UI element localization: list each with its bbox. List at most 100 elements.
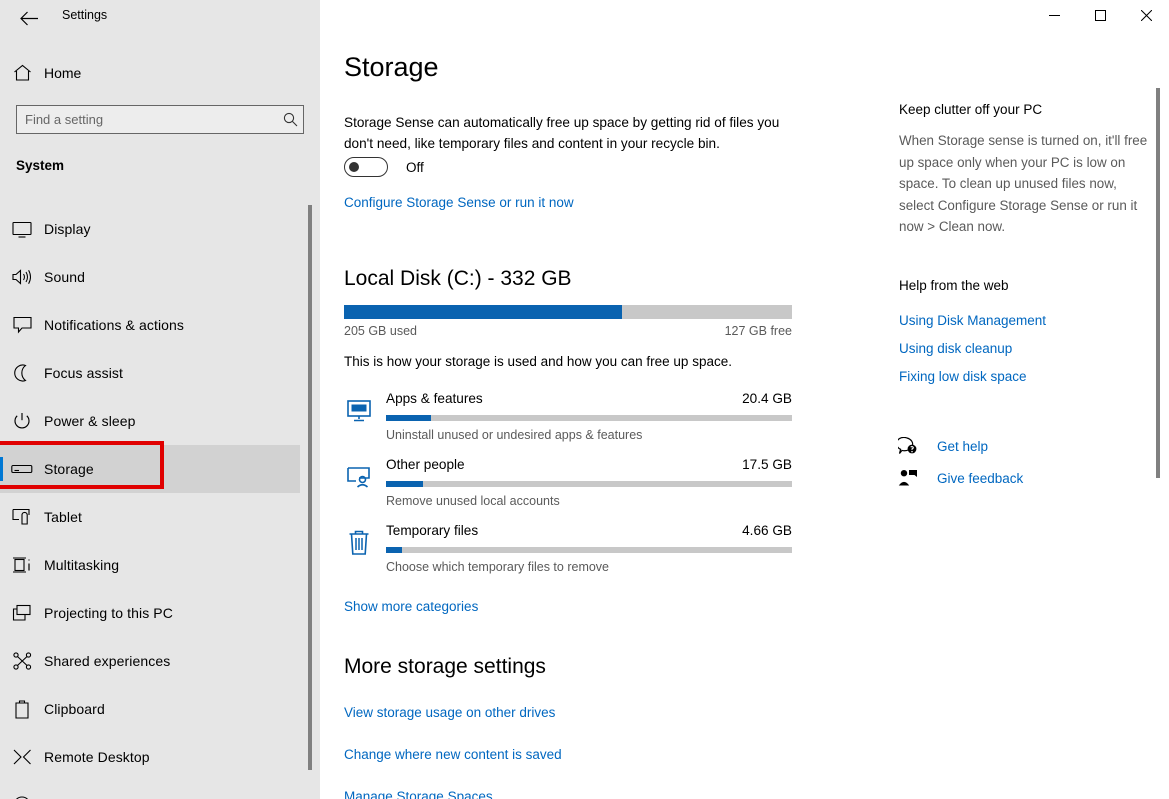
change-content-location-link[interactable]: Change where new content is saved [344, 747, 562, 762]
minimize-button[interactable] [1031, 0, 1077, 31]
give-feedback-action[interactable]: Give feedback [897, 462, 1023, 494]
sidebar-item-home[interactable]: Home [0, 56, 300, 90]
apps-monitor-icon [344, 396, 374, 426]
tablet-icon [0, 508, 44, 526]
sidebar-item-about[interactable]: About [0, 781, 300, 799]
toggle-state-label: Off [406, 160, 424, 175]
back-button[interactable] [8, 3, 50, 34]
search-input[interactable] [17, 112, 277, 127]
storage-sense-toggle[interactable] [344, 157, 388, 177]
give-feedback-label[interactable]: Give feedback [937, 471, 1023, 486]
power-icon [0, 412, 44, 430]
search-icon [277, 112, 303, 127]
speaker-icon [0, 268, 44, 286]
sidebar-item-display[interactable]: Display [0, 205, 300, 253]
storage-category-list: Apps & features 20.4 GB Uninstall unused… [344, 385, 792, 583]
sidebar-item-label: Focus assist [44, 365, 123, 381]
get-help-action[interactable]: Get help [897, 430, 1023, 462]
settings-window: Settings [0, 0, 1169, 799]
sidebar-item-label: Notifications & actions [44, 317, 184, 333]
monitor-icon [0, 221, 44, 238]
content-scrollbar[interactable] [1156, 88, 1160, 478]
right-panel-heading-2: Help from the web [899, 278, 1009, 293]
more-settings-title: More storage settings [344, 655, 546, 679]
web-help-links: Using Disk Management Using disk cleanup… [899, 313, 1046, 397]
sidebar-item-remote-desktop[interactable]: Remote Desktop [0, 733, 300, 781]
trash-icon [344, 528, 374, 558]
clipboard-icon [0, 700, 44, 719]
category-name: Other people [386, 457, 465, 472]
sidebar-scrollbar[interactable] [308, 205, 312, 770]
maximize-button[interactable] [1077, 0, 1123, 31]
drive-icon [0, 463, 44, 475]
disk-free-label: 127 GB free [344, 324, 792, 338]
category-bar-fill [386, 415, 431, 421]
category-bar-fill [386, 547, 402, 553]
sidebar-item-power-sleep[interactable]: Power & sleep [0, 397, 300, 445]
sidebar-item-label: Clipboard [44, 701, 105, 717]
storage-category-row[interactable]: Temporary files 4.66 GB Choose which tem… [344, 517, 792, 583]
storage-sense-description: Storage Sense can automatically free up … [344, 112, 796, 154]
view-storage-other-drives-link[interactable]: View storage usage on other drives [344, 705, 562, 720]
disk-title: Local Disk (C:) - 332 GB [344, 267, 572, 291]
sidebar-item-label: Multitasking [44, 557, 119, 573]
user-monitor-icon [344, 462, 374, 492]
multitasking-icon [0, 556, 44, 574]
window-controls [1031, 0, 1169, 31]
get-help-label[interactable]: Get help [937, 439, 988, 454]
remote-desktop-icon [0, 749, 44, 765]
more-settings-links: View storage usage on other drives Chang… [344, 705, 562, 799]
right-panel: Keep clutter off your PC When Storage se… [889, 0, 1169, 799]
moon-icon [0, 364, 44, 382]
using-disk-cleanup-link[interactable]: Using disk cleanup [899, 341, 1046, 356]
category-bar-fill [386, 481, 423, 487]
sidebar-item-focus-assist[interactable]: Focus assist [0, 349, 300, 397]
sidebar-item-label: Display [44, 221, 91, 237]
using-disk-management-link[interactable]: Using Disk Management [899, 313, 1046, 328]
storage-category-row[interactable]: Apps & features 20.4 GB Uninstall unused… [344, 385, 792, 451]
notification-icon [0, 316, 44, 334]
storage-sense-toggle-row: Off [344, 157, 424, 177]
category-description: Choose which temporary files to remove [386, 560, 609, 574]
sidebar-item-label: Tablet [44, 509, 82, 525]
sidebar-item-multitasking[interactable]: Multitasking [0, 541, 300, 589]
back-arrow-icon [20, 11, 39, 26]
sidebar-item-label: Shared experiences [44, 653, 170, 669]
category-size: 20.4 GB [742, 391, 792, 406]
sidebar-item-clipboard[interactable]: Clipboard [0, 685, 300, 733]
sidebar-item-shared-experiences[interactable]: Shared experiences [0, 637, 300, 685]
disk-usage-bar [344, 305, 792, 319]
category-bar [386, 547, 792, 553]
category-description: Remove unused local accounts [386, 494, 560, 508]
close-icon [1141, 10, 1152, 21]
manage-storage-spaces-link[interactable]: Manage Storage Spaces [344, 789, 562, 799]
storage-category-row[interactable]: Other people 17.5 GB Remove unused local… [344, 451, 792, 517]
sidebar-item-projecting[interactable]: Projecting to this PC [0, 589, 300, 637]
minimize-icon [1049, 10, 1060, 21]
help-bubble-icon [897, 437, 919, 455]
category-name: Temporary files [386, 523, 478, 538]
window-title: Settings [62, 8, 107, 22]
right-panel-heading-1: Keep clutter off your PC [899, 102, 1042, 117]
configure-storage-sense-link[interactable]: Configure Storage Sense or run it now [344, 195, 574, 210]
disk-subtitle: This is how your storage is used and how… [344, 354, 732, 369]
close-button[interactable] [1123, 0, 1169, 31]
sidebar-item-sound[interactable]: Sound [0, 253, 300, 301]
sidebar-item-label: Sound [44, 269, 85, 285]
disk-usage-fill [344, 305, 622, 319]
sidebar-group-title: System [16, 158, 64, 173]
project-icon [0, 604, 44, 622]
fixing-low-disk-space-link[interactable]: Fixing low disk space [899, 369, 1046, 384]
search-box[interactable] [16, 105, 304, 134]
category-size: 4.66 GB [742, 523, 792, 538]
sidebar-item-storage[interactable]: Storage [0, 445, 300, 493]
feedback-icon [897, 469, 919, 487]
sidebar-item-label: Power & sleep [44, 413, 136, 429]
sidebar-item-tablet[interactable]: Tablet [0, 493, 300, 541]
category-name: Apps & features [386, 391, 483, 406]
main-content: Storage Storage Sense can automatically … [320, 0, 889, 799]
sidebar-item-notifications[interactable]: Notifications & actions [0, 301, 300, 349]
category-bar [386, 481, 792, 487]
sidebar-nav-list: Display Sound [0, 205, 300, 799]
show-more-categories-link[interactable]: Show more categories [344, 599, 478, 614]
